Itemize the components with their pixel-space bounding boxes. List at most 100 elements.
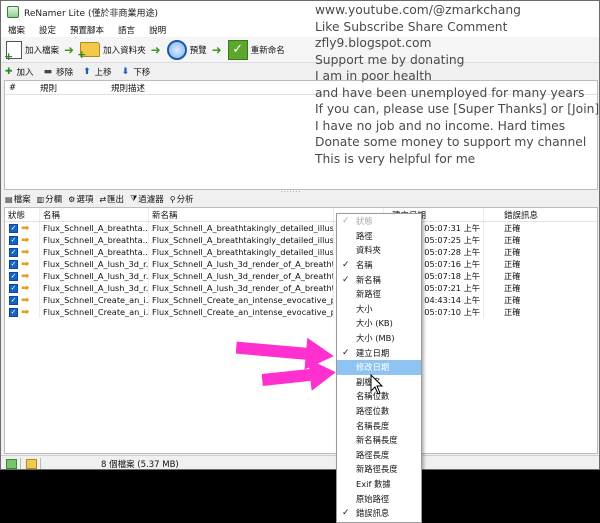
files-menu-button[interactable]: ▤ 檔案 bbox=[5, 193, 31, 206]
menu-item-column[interactable]: 大小 (MB) bbox=[337, 331, 421, 346]
menu-item-column[interactable]: Exif 數據 bbox=[337, 477, 421, 492]
rules-remove-button[interactable]: 移除 bbox=[56, 66, 73, 78]
menu-item-column[interactable]: 名稱長度 bbox=[337, 418, 421, 433]
menu-item-label: 錯誤訊息 bbox=[356, 508, 390, 519]
table-row[interactable]: ✓ ➡ Flux_Schnell_A_lush_3d_r... Flux_Schnel… bbox=[5, 270, 597, 282]
status-folder-icon[interactable] bbox=[26, 458, 37, 469]
rules-down-button[interactable]: 下移 bbox=[133, 66, 150, 78]
overlay-line: Support me by donating bbox=[315, 52, 465, 67]
row-new-name: Flux_Schnell_A_breathtakingly_detailed_i… bbox=[149, 234, 334, 246]
menu-item-column[interactable]: 路徑位數 bbox=[337, 404, 421, 419]
columns-menu-button[interactable]: ▥ 分欄 bbox=[37, 193, 63, 206]
table-row[interactable]: ✓ ➡ Flux_Schnell_A_lush_3d_r... Flux_Schnel… bbox=[5, 258, 597, 270]
checkmark-icon: ✓ bbox=[342, 260, 350, 271]
menu-item-label: 路徑位數 bbox=[356, 406, 390, 417]
menu-item-column[interactable]: ✓ 新名稱 bbox=[337, 272, 421, 287]
mouse-cursor-icon bbox=[370, 374, 384, 395]
menu-item-column[interactable]: 新路徑 bbox=[337, 287, 421, 302]
files-table[interactable]: 狀態 名稱 新名稱 建立日期 錯誤訊息 ✓➡Flux_Schnell_A_bre… bbox=[4, 207, 598, 454]
add-folders-button[interactable]: 加入資料夾 bbox=[77, 42, 146, 61]
table-row[interactable]: ✓ ➡ Flux_Schnell_A_breathta... Flux_Schnell… bbox=[5, 222, 597, 234]
export-menu-button[interactable]: ⇄ 匯出 bbox=[99, 193, 124, 206]
table-row[interactable]: ✓ ➡ Flux_Schnell_Create_an_i... Flux_Schnel… bbox=[5, 294, 597, 306]
menu-item-column[interactable]: 新名稱長度 bbox=[337, 433, 421, 448]
row-status: ✓ ➡ bbox=[5, 306, 40, 318]
col-error[interactable]: 錯誤訊息 bbox=[484, 208, 596, 221]
col-name[interactable]: 名稱 bbox=[40, 208, 149, 221]
menu-file[interactable]: 檔案 bbox=[8, 24, 25, 36]
menu-item-label: 名稱長度 bbox=[356, 420, 390, 431]
status-add-icon[interactable] bbox=[6, 458, 17, 469]
menu-item-label: 新名稱長度 bbox=[356, 435, 398, 446]
row-name: Flux_Schnell_A_breathta... bbox=[40, 234, 149, 246]
menu-item-label: 大小 (KB) bbox=[356, 318, 393, 329]
menu-item-column[interactable]: 修改日期 bbox=[337, 359, 421, 375]
menu-item-column[interactable]: ✓ 名稱 bbox=[337, 258, 421, 273]
menu-item-label: 大小 (MB) bbox=[356, 333, 395, 344]
menu-item-column: ✓ 狀態 bbox=[337, 214, 421, 229]
row-name: Flux_Schnell_A_lush_3d_r... bbox=[40, 282, 149, 294]
menu-language[interactable]: 語言 bbox=[118, 24, 135, 36]
table-row[interactable]: ✓ ➡ Flux_Schnell_Create_an_i... Flux_Schnel… bbox=[5, 306, 597, 318]
row-status: ✓ ➡ bbox=[5, 234, 40, 246]
rules-col-rule[interactable]: 規則 bbox=[36, 82, 107, 94]
row-checkbox[interactable]: ✓ bbox=[9, 295, 18, 305]
row-checkbox[interactable]: ✓ bbox=[9, 259, 18, 269]
files-menu-label: 檔案 bbox=[13, 195, 31, 205]
menu-item-column[interactable]: 新路徑長度 bbox=[337, 462, 421, 477]
menu-item-column[interactable]: 路徑長度 bbox=[337, 448, 421, 463]
rules-col-index[interactable]: # bbox=[5, 83, 36, 93]
row-name: Flux_Schnell_Create_an_i... bbox=[40, 294, 149, 306]
row-checkbox[interactable]: ✓ bbox=[9, 235, 18, 245]
row-status: ✓ ➡ bbox=[5, 294, 40, 306]
col-new-name[interactable]: 新名稱 bbox=[149, 208, 334, 221]
col-status[interactable]: 狀態 bbox=[5, 208, 40, 221]
row-checkbox[interactable]: ✓ bbox=[9, 271, 18, 281]
plus-icon: ✚ bbox=[5, 66, 13, 77]
window-title: ReNamer Lite (僅於非商業用途) bbox=[24, 8, 158, 19]
checkmark-icon: ✓ bbox=[342, 508, 350, 519]
menu-help[interactable]: 說明 bbox=[149, 24, 166, 36]
table-row[interactable]: ✓ ➡ Flux_Schnell_A_breathta... Flux_Schnell… bbox=[5, 234, 597, 246]
table-row[interactable]: ✓ ➡ Flux_Schnell_A_breathta... Flux_Schnell… bbox=[5, 246, 597, 258]
menu-item-column[interactable]: 大小 bbox=[337, 302, 421, 317]
rules-col-desc[interactable]: 規則描述 bbox=[107, 82, 145, 94]
rename-button[interactable]: ✓ 重新命名 bbox=[227, 39, 285, 60]
menu-settings[interactable]: 設定 bbox=[39, 24, 56, 36]
row-checkbox[interactable]: ✓ bbox=[9, 283, 18, 293]
row-name: Flux_Schnell_A_lush_3d_r... bbox=[40, 270, 149, 282]
rename-arrow-icon: ➡ bbox=[21, 306, 30, 318]
rules-add-button[interactable]: 加入 bbox=[17, 66, 34, 78]
row-checkbox[interactable]: ✓ bbox=[9, 223, 18, 233]
menu-item-column[interactable]: ✓ 錯誤訊息 bbox=[337, 506, 421, 521]
add-folders-label: 加入資料夾 bbox=[103, 45, 146, 56]
add-files-button[interactable]: 加入檔案 bbox=[4, 40, 59, 63]
row-new-name: Flux_Schnell_A_lush_3d_render_of_A_breat… bbox=[149, 282, 334, 294]
row-checkbox[interactable]: ✓ bbox=[9, 307, 18, 317]
checkmark-icon: ✓ bbox=[227, 39, 248, 60]
rename-arrow-icon: ➡ bbox=[21, 294, 30, 306]
menu-item-label: 路徑長度 bbox=[356, 449, 390, 460]
menu-item-column[interactable]: 路徑 bbox=[337, 229, 421, 244]
menu-presets[interactable]: 預置腳本 bbox=[70, 24, 104, 36]
arrow-right-icon: ➜ bbox=[211, 42, 222, 57]
preview-button[interactable]: 預覽 bbox=[166, 39, 207, 60]
analyze-menu-button[interactable]: ⚲ 分析 bbox=[170, 193, 194, 206]
files-table-header: 狀態 名稱 新名稱 建立日期 錯誤訊息 bbox=[5, 208, 597, 222]
preview-label: 預覽 bbox=[189, 45, 207, 56]
overlay-line: This is very helpful for me bbox=[315, 151, 476, 166]
arrow-up-icon: ⬆ bbox=[83, 66, 91, 77]
row-new-name: Flux_Schnell_A_lush_3d_render_of_A_breat… bbox=[149, 258, 334, 270]
menu-item-column[interactable]: 原始路徑 bbox=[337, 491, 421, 506]
menu-item-column[interactable]: 資料夾 bbox=[337, 243, 421, 258]
menu-item-column[interactable]: ✓ 建立日期 bbox=[337, 345, 421, 360]
overlay-line: and have been unemployed for many years bbox=[315, 85, 585, 100]
table-row[interactable]: ✓ ➡ Flux_Schnell_A_lush_3d_r... Flux_Schnel… bbox=[5, 282, 597, 294]
rules-up-button[interactable]: 上移 bbox=[95, 66, 112, 78]
options-menu-button[interactable]: ⚙ 選項 bbox=[68, 193, 93, 206]
magnifier-icon bbox=[166, 39, 187, 60]
row-checkbox[interactable]: ✓ bbox=[9, 247, 18, 257]
row-status: ✓ ➡ bbox=[5, 282, 40, 294]
menu-item-column[interactable]: 大小 (KB) bbox=[337, 316, 421, 331]
filter-menu-button[interactable]: ⧩ 過濾器 bbox=[130, 193, 164, 205]
